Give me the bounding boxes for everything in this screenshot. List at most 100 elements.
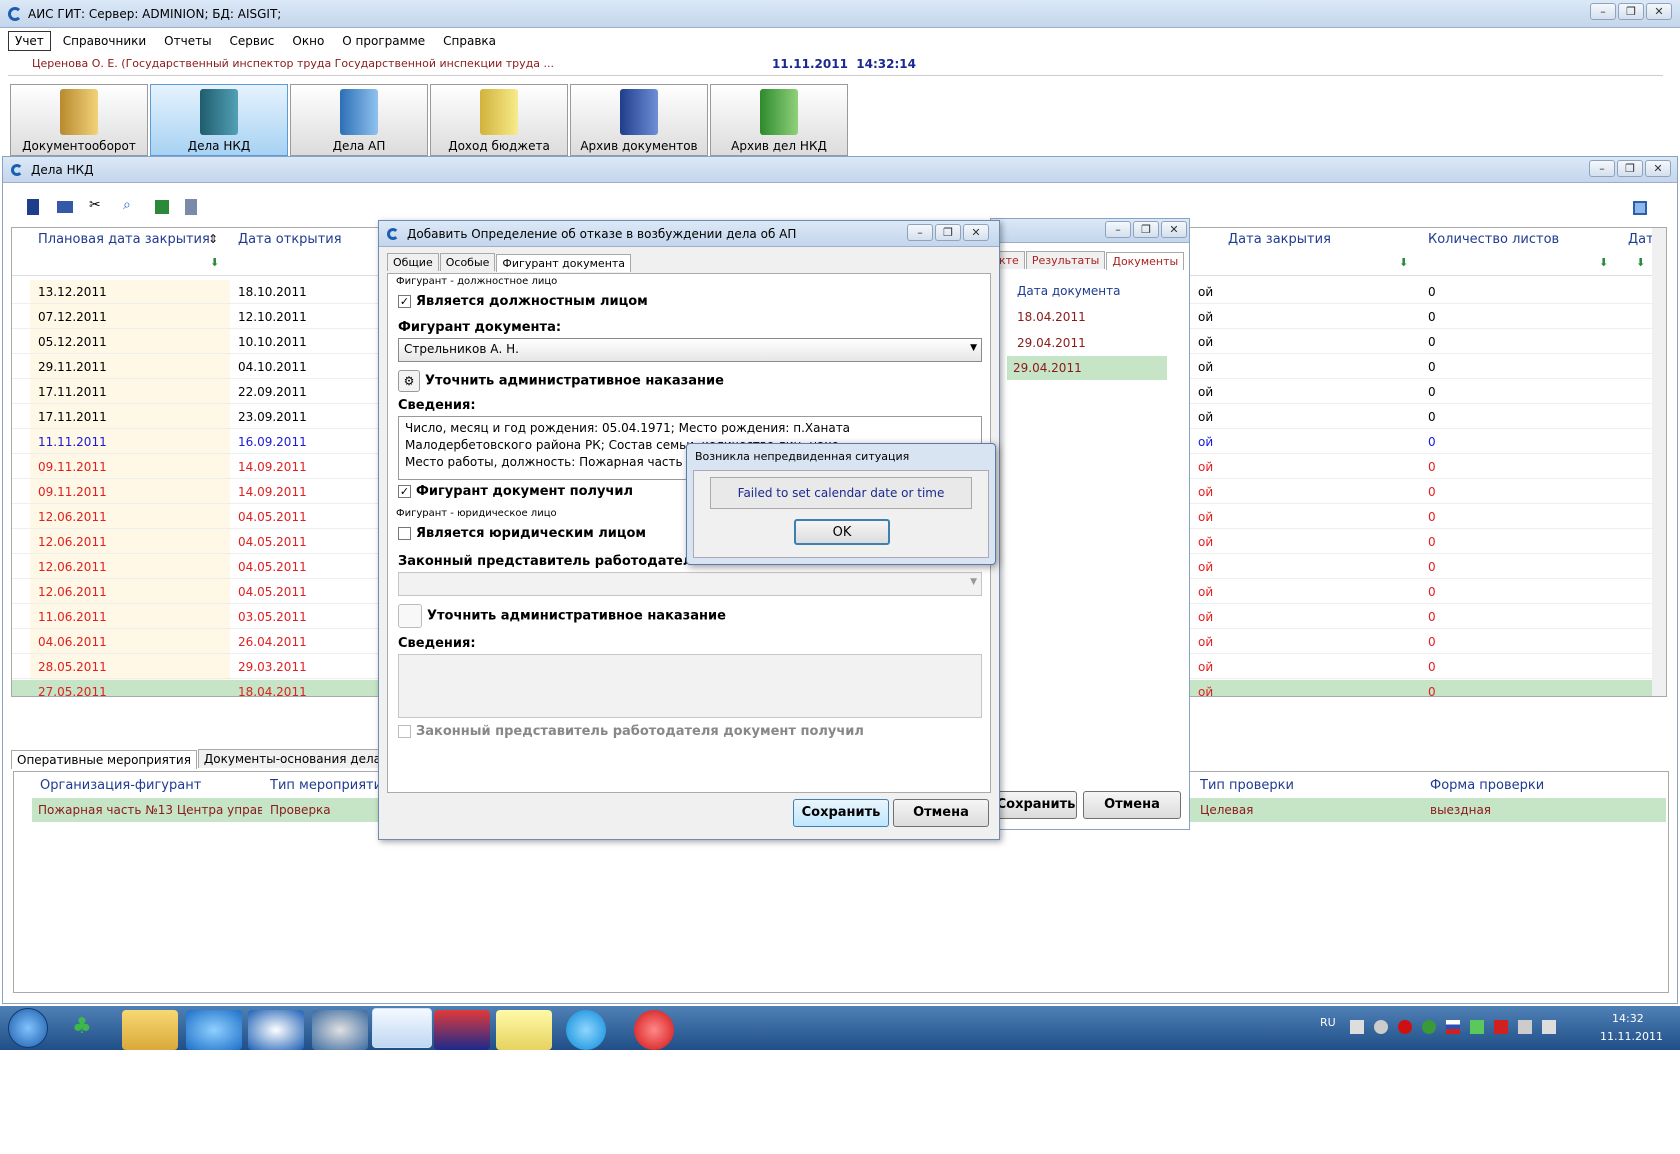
edit-icon[interactable] xyxy=(57,201,73,213)
export-icon[interactable] xyxy=(27,199,39,215)
behind-save-button[interactable]: Сохранить xyxy=(995,791,1077,819)
volume-icon[interactable] xyxy=(1542,1020,1556,1034)
col-header-check-form[interactable]: Форма проверки xyxy=(1424,774,1624,798)
module-arhiv-dokumentov[interactable]: Архив документов xyxy=(570,84,708,156)
minimize-icon[interactable]: – xyxy=(1590,3,1616,20)
tab-obshchie[interactable]: Общие xyxy=(387,253,439,271)
browser-icon[interactable] xyxy=(248,1010,304,1050)
filter-icon[interactable]: ⬇ xyxy=(1599,256,1608,269)
cut-icon[interactable]: ✂ xyxy=(89,197,101,213)
is-legal-checkbox[interactable] xyxy=(398,527,411,540)
col-header-event-type[interactable]: Тип мероприятия xyxy=(264,774,384,798)
cell-status: ой xyxy=(1198,310,1214,324)
clock-date[interactable]: 11.11.2011 xyxy=(1600,1030,1663,1043)
maximize-icon[interactable]: ❐ xyxy=(1618,3,1644,20)
cell-plan-date: 27.05.2011 xyxy=(38,685,107,697)
close-icon[interactable]: ✕ xyxy=(1645,160,1671,177)
behind-cancel-button[interactable]: Отмена xyxy=(1083,791,1181,819)
tray-icon[interactable] xyxy=(1374,1020,1388,1034)
close-icon[interactable]: ✕ xyxy=(963,224,989,241)
module-dela-ap[interactable]: Дела АП xyxy=(290,84,428,156)
tab-figurant[interactable]: Фигурант документа xyxy=(496,254,632,272)
cell-plan-date: 17.11.2011 xyxy=(38,385,107,399)
col-header-check-type[interactable]: Тип проверки xyxy=(1194,774,1394,798)
col-header-sheet-count[interactable]: Количество листов xyxy=(1422,228,1622,252)
child-titlebar: Дела НКД – ❐ ✕ xyxy=(3,157,1677,183)
col-header-organization[interactable]: Организация-фигурант xyxy=(34,774,264,798)
menu-spravka[interactable]: Справка xyxy=(437,32,502,50)
menu-spravochniki[interactable]: Справочники xyxy=(57,32,152,50)
col-header-close-date[interactable]: Дата закрытия xyxy=(1222,228,1422,252)
tab-dokumenty-osnovaniya[interactable]: Документы-основания дела xyxy=(197,749,387,768)
excel-icon[interactable] xyxy=(155,200,169,214)
grid-vscroll[interactable] xyxy=(1652,228,1666,696)
refine-button-icon[interactable] xyxy=(398,604,422,628)
info-textarea-2[interactable] xyxy=(398,654,982,718)
is-official-row: ✓ Является должностным лицом xyxy=(398,294,648,309)
restore-icon[interactable]: ❐ xyxy=(1133,221,1159,238)
rep-select[interactable]: ▼ xyxy=(398,572,982,596)
tray-icon[interactable] xyxy=(1398,1020,1412,1034)
start-button-icon[interactable] xyxy=(8,1008,48,1048)
search-icon[interactable]: ⌕ xyxy=(123,197,131,213)
language-indicator[interactable]: RU xyxy=(1320,1016,1336,1029)
tab-rezultaty[interactable]: Результаты xyxy=(1025,251,1106,269)
module-documentooborot[interactable]: Документооборот xyxy=(10,84,148,156)
calculator-icon[interactable] xyxy=(185,199,197,215)
minimize-icon[interactable]: – xyxy=(1589,160,1615,177)
cell-open-date: 14.09.2011 xyxy=(238,460,307,474)
is-official-checkbox[interactable]: ✓ xyxy=(398,295,411,308)
filter-icon[interactable]: ⬇ xyxy=(210,256,219,269)
minimize-icon[interactable]: – xyxy=(1105,221,1131,238)
clock-time[interactable]: 14:32 xyxy=(1612,1012,1644,1025)
module-dela-nkd[interactable]: Дела НКД xyxy=(150,84,288,156)
filter-icon[interactable]: ⬇ xyxy=(1636,256,1645,269)
tray-icon[interactable] xyxy=(1350,1020,1364,1034)
skype-icon[interactable] xyxy=(566,1010,606,1050)
network-icon[interactable] xyxy=(1518,1020,1532,1034)
close-icon[interactable]: ✕ xyxy=(1161,221,1187,238)
dialog-cancel-button[interactable]: Отмена xyxy=(893,799,989,827)
figurant-label: Фигурант документа: xyxy=(398,320,562,335)
rep-received-checkbox[interactable] xyxy=(398,725,411,738)
dialog-save-button[interactable]: Сохранить xyxy=(793,799,889,827)
explorer-icon[interactable] xyxy=(122,1010,178,1050)
doc-date: 29.04.2011 xyxy=(1007,356,1167,380)
figurant-select[interactable]: Стрельников А. Н. ▼ xyxy=(398,338,982,362)
restore-icon[interactable]: ❐ xyxy=(1617,160,1643,177)
clover-icon[interactable]: ♣ xyxy=(72,1014,92,1039)
ie-icon[interactable] xyxy=(186,1010,242,1050)
col-header-plan-date[interactable]: Плановая дата закрытия xyxy=(32,228,232,252)
tray-icon[interactable] xyxy=(1422,1020,1436,1034)
menu-o-programme[interactable]: О программе xyxy=(336,32,431,50)
module-dohod-byudzheta[interactable]: Доход бюджета xyxy=(430,84,568,156)
module-arhiv-del-nkd[interactable]: Архив дел НКД xyxy=(710,84,848,156)
panel-toggle-icon[interactable] xyxy=(1633,201,1647,215)
cell-plan-date: 07.12.2011 xyxy=(38,310,107,324)
tray-icon[interactable] xyxy=(1446,1020,1460,1034)
menu-okno[interactable]: Окно xyxy=(286,32,330,50)
cell-status: ой xyxy=(1198,685,1214,697)
restore-icon[interactable]: ❐ xyxy=(935,224,961,241)
gear-icon[interactable]: ⚙ xyxy=(398,370,420,392)
filter-icon[interactable]: ⬇ xyxy=(1399,256,1408,269)
minimize-icon[interactable]: – xyxy=(907,224,933,241)
tray-icon[interactable] xyxy=(1470,1020,1484,1034)
menu-otchety[interactable]: Отчеты xyxy=(158,32,217,50)
tab-osobye[interactable]: Особые xyxy=(439,253,496,271)
alert-ok-button[interactable]: OK xyxy=(794,519,890,545)
menu-uchet[interactable]: Учет xyxy=(8,31,51,51)
mail-icon[interactable] xyxy=(312,1010,368,1050)
opera-icon[interactable] xyxy=(634,1010,674,1050)
cell-sheet-count: 0 xyxy=(1428,560,1436,574)
tray-icon[interactable] xyxy=(1494,1020,1508,1034)
save-icon[interactable] xyxy=(434,1010,490,1050)
received-checkbox[interactable]: ✓ xyxy=(398,485,411,498)
sort-desc-icon[interactable]: ⇕ xyxy=(208,232,218,246)
menu-servis[interactable]: Сервис xyxy=(224,32,281,50)
ais-git-icon[interactable] xyxy=(372,1008,432,1048)
tab-dokumenty[interactable]: Документы xyxy=(1106,252,1185,270)
tab-operativnye[interactable]: Оперативные мероприятия xyxy=(11,750,197,769)
close-icon[interactable]: ✕ xyxy=(1646,3,1672,20)
sticky-notes-icon[interactable] xyxy=(496,1010,552,1050)
